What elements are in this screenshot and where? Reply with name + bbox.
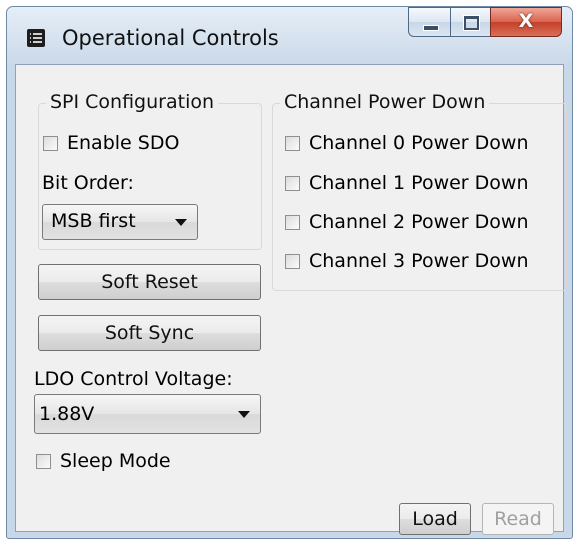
chevron-down-icon	[175, 219, 187, 226]
ldo-control-voltage-value: 1.88V	[39, 403, 95, 425]
spi-configuration-title: SPI Configuration	[46, 91, 219, 113]
bit-order-value: MSB first	[51, 210, 136, 232]
enable-sdo-checkbox-box[interactable]	[43, 135, 58, 151]
maximize-button[interactable]	[450, 7, 490, 37]
channel-power-down-title: Channel Power Down	[280, 91, 490, 113]
caption-buttons: X	[408, 7, 562, 39]
title-bar[interactable]: Operational Controls X	[7, 7, 572, 61]
client-area: SPI Configuration Enable SDO Bit Order: …	[15, 64, 567, 535]
read-button[interactable]: Read	[482, 503, 554, 535]
channel-0-checkbox-box[interactable]	[285, 135, 300, 151]
sleep-mode-checkbox-box[interactable]	[36, 453, 51, 469]
enable-sdo-label: Enable SDO	[67, 132, 180, 154]
sleep-mode-checkbox[interactable]: Sleep Mode	[36, 450, 171, 472]
chevron-down-icon	[238, 411, 250, 418]
channel-3-label: Channel 3 Power Down	[309, 250, 529, 272]
bit-order-label: Bit Order:	[42, 172, 134, 194]
minimize-button[interactable]	[408, 7, 450, 37]
channel-0-power-down-checkbox[interactable]: Channel 0 Power Down	[285, 132, 529, 154]
channel-1-label: Channel 1 Power Down	[309, 172, 529, 194]
channel-0-label: Channel 0 Power Down	[309, 132, 529, 154]
ldo-control-voltage-select[interactable]: 1.88V	[34, 394, 261, 434]
enable-sdo-checkbox[interactable]: Enable SDO	[43, 132, 179, 154]
dialog-window: Operational Controls X SPI Configuration…	[6, 6, 573, 539]
channel-power-down-group: Channel Power Down Channel 0 Power Down …	[272, 91, 567, 291]
soft-reset-button[interactable]: Soft Reset	[38, 264, 261, 300]
window-title: Operational Controls	[62, 26, 279, 50]
app-icon	[27, 29, 45, 47]
channel-2-checkbox-box[interactable]	[285, 214, 300, 230]
channel-2-power-down-checkbox[interactable]: Channel 2 Power Down	[285, 211, 529, 233]
maximize-icon	[463, 15, 480, 31]
channel-1-power-down-checkbox[interactable]: Channel 1 Power Down	[285, 172, 529, 194]
channel-3-checkbox-box[interactable]	[285, 253, 300, 269]
close-icon: X	[518, 10, 534, 32]
channel-2-label: Channel 2 Power Down	[309, 211, 529, 233]
channel-1-checkbox-box[interactable]	[285, 175, 300, 191]
spi-configuration-group: SPI Configuration Enable SDO Bit Order: …	[38, 91, 262, 250]
ldo-control-voltage-label: LDO Control Voltage:	[34, 368, 233, 390]
bit-order-select[interactable]: MSB first	[42, 204, 198, 240]
minimize-icon	[423, 25, 439, 31]
sleep-mode-label: Sleep Mode	[60, 450, 171, 472]
close-button[interactable]: X	[490, 7, 562, 37]
load-button[interactable]: Load	[399, 503, 471, 535]
channel-3-power-down-checkbox[interactable]: Channel 3 Power Down	[285, 250, 529, 272]
soft-sync-button[interactable]: Soft Sync	[38, 315, 261, 351]
